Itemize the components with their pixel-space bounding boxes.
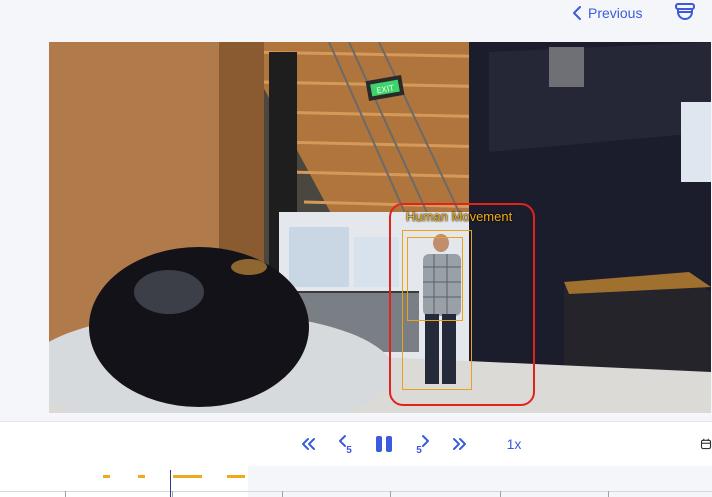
chevron-left-icon xyxy=(573,6,581,20)
previous-label: Previous xyxy=(588,5,643,21)
timeline-track xyxy=(0,466,248,497)
video-player[interactable]: EXIT Human Movement xyxy=(49,42,711,413)
top-bar: Previous xyxy=(0,0,712,42)
pause-icon xyxy=(376,436,392,452)
pause-button[interactable] xyxy=(373,432,395,456)
timeline-tick xyxy=(172,491,173,497)
forward-5-label: 5 xyxy=(416,445,422,454)
timeline-event[interactable] xyxy=(227,475,245,478)
speed-selector[interactable]: 1x xyxy=(502,432,526,456)
event-timeline[interactable] xyxy=(0,466,712,497)
calendar-button[interactable] xyxy=(700,432,712,456)
skip-forward-5-icon: 5 xyxy=(416,435,429,454)
previous-link[interactable]: Previous xyxy=(572,4,642,22)
rewind-button[interactable] xyxy=(298,432,318,456)
timeline-event[interactable] xyxy=(103,475,110,478)
highlight-ring xyxy=(389,203,535,406)
camera-footage: EXIT xyxy=(49,42,711,413)
fast-forward-button[interactable] xyxy=(450,432,470,456)
timeline-tick xyxy=(282,491,283,497)
timeline-rule xyxy=(0,491,712,492)
camera-dome-icon[interactable] xyxy=(674,2,696,22)
playback-controls: 5 5 1x xyxy=(0,421,712,467)
timeline-playhead[interactable] xyxy=(170,470,171,497)
skip-back-5-icon: 5 xyxy=(339,435,352,454)
back-5-label: 5 xyxy=(346,445,352,454)
double-chevron-left-icon xyxy=(302,438,315,450)
timeline-event[interactable] xyxy=(138,475,145,478)
double-chevron-right-icon xyxy=(453,438,466,450)
calendar-icon xyxy=(700,438,712,450)
timeline-event[interactable] xyxy=(173,475,202,478)
timeline-tick xyxy=(390,491,391,497)
back-5-button[interactable]: 5 xyxy=(336,432,356,456)
timeline-tick xyxy=(500,491,501,497)
timeline-tick xyxy=(608,491,609,497)
timeline-tick xyxy=(65,491,66,497)
forward-5-button[interactable]: 5 xyxy=(412,432,432,456)
